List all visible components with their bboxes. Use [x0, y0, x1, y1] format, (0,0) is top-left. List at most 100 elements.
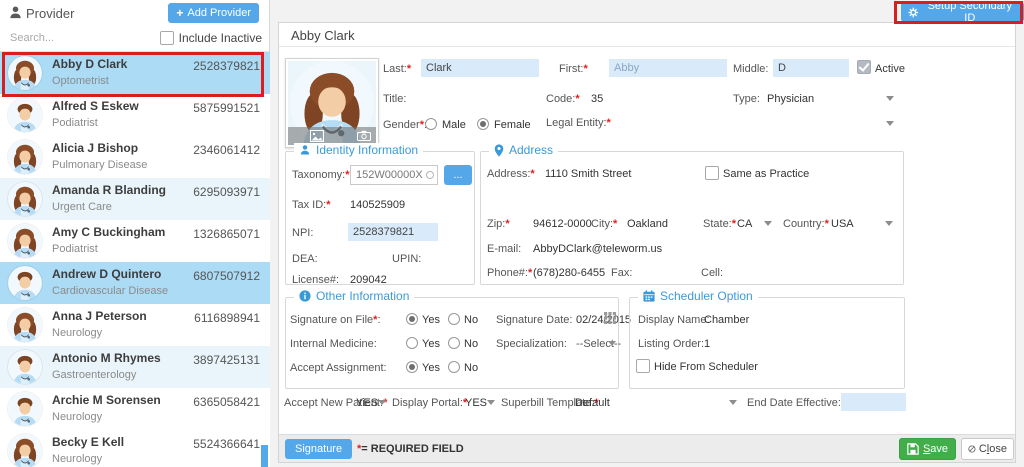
middle-name-field[interactable]: D: [773, 59, 849, 77]
same-as-practice-label: Same as Practice: [723, 168, 810, 180]
superbill-template-select-value[interactable]: Default: [575, 397, 610, 410]
scheduler-option-section: Scheduler Option Display Name: Chamber L…: [629, 289, 905, 389]
gender-male-radio[interactable]: [425, 118, 437, 130]
taxonomy-field[interactable]: 152W00000X: [350, 165, 438, 185]
save-label: Save: [923, 443, 948, 455]
state-select-value[interactable]: CA: [737, 218, 752, 231]
specialization-label: Specialization:: [496, 338, 567, 350]
license-label: License#:: [292, 274, 340, 286]
provider-phone: 2528379821: [193, 59, 260, 73]
accept-assignment-yes-radio[interactable]: [406, 361, 418, 373]
signature-on-file-yes-radio[interactable]: [406, 313, 418, 325]
country-chevron-down-icon[interactable]: [885, 221, 893, 226]
provider-row[interactable]: Antonio M Rhymes Gastroenterology 389742…: [0, 346, 270, 389]
npi-field[interactable]: 2528379821: [348, 223, 438, 241]
type-chevron-down-icon[interactable]: [886, 96, 894, 101]
save-icon: [907, 443, 919, 455]
required-marker: *: [406, 63, 412, 75]
state-chevron-down-icon[interactable]: [764, 221, 772, 226]
taxonomy-lookup-button[interactable]: ...: [444, 165, 472, 185]
sidebar-scrollbar-thumb[interactable]: [261, 445, 268, 467]
legal-entity-chevron-down-icon[interactable]: [886, 121, 894, 126]
npi-label: NPI:: [292, 227, 314, 239]
phone-value: (678)280-6455: [533, 267, 606, 279]
provider-row[interactable]: Abby D Clark Optometrist 2528379821: [0, 52, 270, 95]
signature-on-file-label: Signature on File*:: [290, 314, 381, 327]
display-portal-label: Display Portal:*: [392, 397, 467, 410]
last-name-field[interactable]: Clark: [421, 59, 539, 77]
accept-new-patient-chevron-down-icon[interactable]: [378, 400, 386, 405]
provider-row[interactable]: Alfred S Eskew Podiatrist 5875991521: [0, 94, 270, 137]
provider-specialty: Podiatrist: [52, 243, 98, 255]
label-text: City:: [591, 218, 613, 230]
provider-row[interactable]: Alicia J Bishop Pulmonary Disease 234606…: [0, 136, 270, 179]
active-checkbox[interactable]: [857, 60, 871, 74]
provider-list: Abby D Clark Optometrist 2528379821 Alfr…: [0, 52, 270, 467]
include-inactive-control: Include Inactive: [159, 31, 262, 45]
other-information-section: Other Information Signature on File*: Ye…: [285, 289, 631, 389]
type-label: Type:: [733, 93, 760, 105]
superbill-template-chevron-down-icon[interactable]: [729, 400, 737, 405]
date-picker-icon[interactable]: [604, 312, 616, 324]
required-field-note: *= REQUIRED FIELD: [357, 443, 464, 455]
display-portal-chevron-down-icon[interactable]: [487, 400, 495, 405]
provider-row[interactable]: Archie M Sorensen Neurology 6365058421: [0, 388, 270, 431]
gear-icon: [908, 7, 919, 17]
end-date-effective-field[interactable]: [841, 393, 906, 411]
label-text: Tax ID:: [292, 199, 327, 211]
setup-secondary-id-button[interactable]: Setup Secondary ID: [901, 0, 1024, 24]
include-inactive-checkbox[interactable]: [159, 31, 174, 45]
search-input[interactable]: [8, 31, 127, 45]
provider-name: Abby D Clark: [52, 57, 128, 71]
close-button[interactable]: Close: [961, 438, 1014, 460]
provider-name: Andrew D Quintero: [52, 267, 162, 281]
include-inactive-label: Include Inactive: [178, 31, 262, 45]
provider-phone: 5875991521: [193, 101, 260, 115]
same-as-practice-checkbox[interactable]: [705, 166, 719, 180]
label-text: Taxonomy:: [292, 169, 346, 181]
code-label: Code:*: [546, 93, 580, 106]
country-select-value[interactable]: USA: [831, 218, 854, 231]
other-information-legend: Other Information: [294, 289, 415, 303]
female-doctor-avatar: [8, 308, 42, 342]
provider-photo-frame: [285, 58, 379, 148]
first-name-field[interactable]: Abby: [609, 59, 727, 77]
save-button[interactable]: Save: [899, 438, 956, 460]
display-name-value: Chamber: [704, 314, 750, 326]
type-select-value[interactable]: Physician: [767, 93, 814, 106]
signature-on-file-no-radio[interactable]: [448, 313, 460, 325]
internal-medicine-no-radio[interactable]: [448, 337, 460, 349]
camera-icon[interactable]: [357, 130, 371, 141]
zip-value: 94612-0000: [533, 218, 592, 230]
provider-row[interactable]: Andrew D Quintero Cardiovascular Disease…: [0, 262, 270, 305]
provider-name: Archie M Sorensen: [52, 393, 161, 407]
gender-male-label: Male: [442, 119, 466, 131]
display-name-label: Display Name:: [638, 314, 710, 326]
address-value: 1110 Smith Street: [545, 168, 632, 180]
internal-medicine-yes-radio[interactable]: [406, 337, 418, 349]
accept-new-patient-select-value[interactable]: YES: [356, 397, 378, 410]
detail-footer: Signature *= REQUIRED FIELD Save Close: [279, 434, 1015, 462]
required-marker: *: [824, 218, 829, 230]
required-marker: *: [505, 218, 510, 230]
yes-label: Yes: [422, 362, 440, 374]
provider-row[interactable]: Amy C Buckingham Podiatrist 1326865071: [0, 220, 270, 263]
provider-phone: 1326865071: [193, 227, 260, 241]
provider-row[interactable]: Anna J Peterson Neurology 6116898941: [0, 304, 270, 347]
email-value: AbbyDClark@teleworm.us: [533, 243, 663, 255]
provider-specialty: Podiatrist: [52, 117, 98, 129]
display-portal-select-value[interactable]: YES: [465, 397, 487, 410]
required-marker: *: [606, 117, 611, 129]
signature-button[interactable]: Signature: [285, 439, 353, 459]
picture-icon[interactable]: [310, 130, 324, 142]
provider-row[interactable]: Becky E Kell Neurology 5524366641: [0, 430, 270, 467]
required-marker: *: [345, 169, 350, 181]
gender-female-radio[interactable]: [477, 118, 489, 130]
provider-name: Alicia J Bishop: [52, 141, 139, 155]
specialization-chevron-down-icon[interactable]: [608, 341, 616, 346]
clear-icon[interactable]: [426, 171, 434, 179]
accept-assignment-no-radio[interactable]: [448, 361, 460, 373]
provider-row[interactable]: Amanda R Blanding Urgent Care 6295093971: [0, 178, 270, 221]
hide-from-scheduler-checkbox[interactable]: [636, 359, 650, 373]
add-provider-button[interactable]: + Add Provider: [168, 3, 259, 23]
